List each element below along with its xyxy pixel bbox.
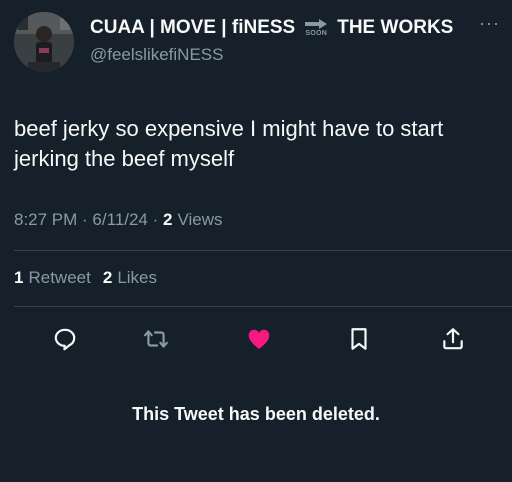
soon-arrow-badge: SOON [301, 18, 331, 38]
display-name-part1: CUAA | MOVE | fiNESS [90, 17, 296, 38]
tweet-card: CUAA | MOVE | fiNESS SOON THE WORKS @fee… [0, 0, 512, 482]
tweet-text: beef jerky so expensive I might have to … [14, 114, 504, 174]
reply-icon [54, 328, 76, 351]
divider [14, 250, 512, 251]
like-button[interactable] [242, 322, 276, 356]
deleted-notice: This Tweet has been deleted. [132, 404, 380, 424]
share-icon [443, 328, 463, 350]
soon-label: SOON [305, 30, 328, 37]
retweet-icon [144, 330, 168, 348]
divider [14, 306, 512, 307]
author-names: CUAA | MOVE | fiNESS SOON THE WORKS @fee… [90, 14, 500, 67]
likes-count[interactable]: 2 [103, 268, 112, 288]
tweet-text-line: beef jerky so expensive I might have to … [14, 116, 444, 141]
meta-separator: · [147, 210, 163, 229]
tweet-meta: 8:27 PM · 6/11/24 · 2 Views [14, 207, 223, 233]
retweet-button[interactable] [139, 322, 173, 356]
views-count: 2 [163, 210, 173, 229]
tweet-time[interactable]: 8:27 PM [14, 210, 77, 230]
views-label: Views [177, 210, 223, 229]
tweet-stats: 1 Retweet 2 Likes [14, 264, 157, 292]
more-options-icon[interactable]: ··· [479, 14, 500, 32]
tweet-header: CUAA | MOVE | fiNESS SOON THE WORKS @fee… [14, 10, 500, 72]
retweets-label[interactable]: Retweet [28, 268, 90, 288]
bookmark-icon [351, 328, 367, 350]
right-arrow-icon [305, 19, 328, 29]
tweet-date[interactable]: 6/11/24 [92, 210, 147, 230]
meta-separator: · [77, 210, 93, 229]
bookmark-button[interactable] [342, 322, 376, 356]
avatar[interactable] [14, 12, 74, 72]
likes-label[interactable]: Likes [117, 268, 157, 288]
retweets-count[interactable]: 1 [14, 268, 23, 288]
tweet-actions [14, 322, 498, 356]
reply-button[interactable] [48, 322, 82, 356]
share-button[interactable] [436, 322, 470, 356]
author-handle[interactable]: @feelslikefiNESS [90, 45, 500, 67]
heart-icon [248, 329, 270, 349]
tweet-text-line: jerking the beef myself [14, 146, 235, 171]
avatar-image [14, 12, 74, 72]
display-name-part2: THE WORKS [337, 17, 454, 38]
display-name[interactable]: CUAA | MOVE | fiNESS SOON THE WORKS [90, 14, 500, 42]
